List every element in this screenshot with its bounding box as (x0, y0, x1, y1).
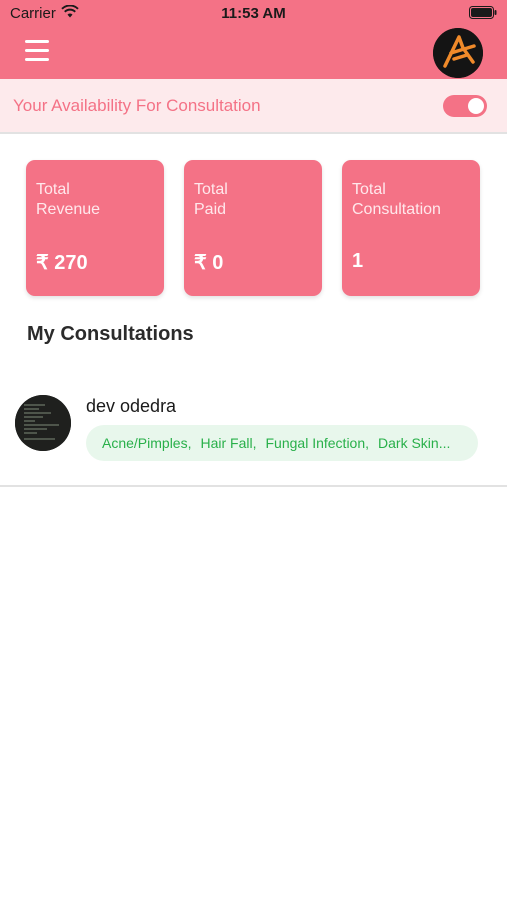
stat-title: Total Paid (194, 181, 228, 218)
status-time: 11:53 AM (221, 5, 286, 22)
stats-cards: Total Revenue ₹ 270 Total Paid ₹ 0 Total… (0, 134, 507, 296)
concern-tag: Hair Fall, (200, 435, 257, 451)
consultation-name: dev odedra (86, 396, 177, 416)
availability-label: Your Availability For Consultation (13, 95, 261, 115)
app-header (0, 28, 507, 79)
stat-card-paid: Total Paid ₹ 0 (184, 160, 322, 296)
avatar (15, 395, 71, 451)
stat-card-consultation: Total Consultation 1 (342, 160, 480, 296)
toggle-knob (468, 97, 484, 114)
availability-toggle[interactable] (443, 94, 487, 117)
stat-value: ₹ 0 (194, 252, 224, 274)
concern-tag: Dark Skin... (378, 435, 451, 451)
concern-tags: Acne/Pimples, Hair Fall, Fungal Infectio… (86, 425, 478, 461)
top-bar: Carrier 11:53 AM (0, 0, 507, 79)
stat-title: Total Consultation (352, 181, 441, 218)
status-bar: Carrier 11:53 AM (0, 0, 507, 28)
availability-bar: Your Availability For Consultation (0, 79, 507, 134)
consultation-list-item[interactable]: dev odedra Acne/Pimples, Hair Fall, Fung… (0, 395, 507, 487)
stat-value: 1 (352, 250, 364, 272)
stat-title: Total Revenue (36, 181, 101, 218)
stat-card-revenue: Total Revenue ₹ 270 (26, 160, 164, 296)
stat-value: ₹ 270 (36, 252, 88, 274)
star-logo-icon[interactable] (433, 28, 483, 78)
concern-tag: Fungal Infection, (265, 435, 370, 451)
app-screen: Carrier 11:53 AM Your Availability For C… (0, 0, 507, 900)
hamburger-menu-icon[interactable] (25, 40, 49, 62)
section-title: My Consultations (27, 323, 194, 345)
battery-icon (469, 6, 497, 23)
concern-tag: Acne/Pimples, (102, 435, 192, 451)
